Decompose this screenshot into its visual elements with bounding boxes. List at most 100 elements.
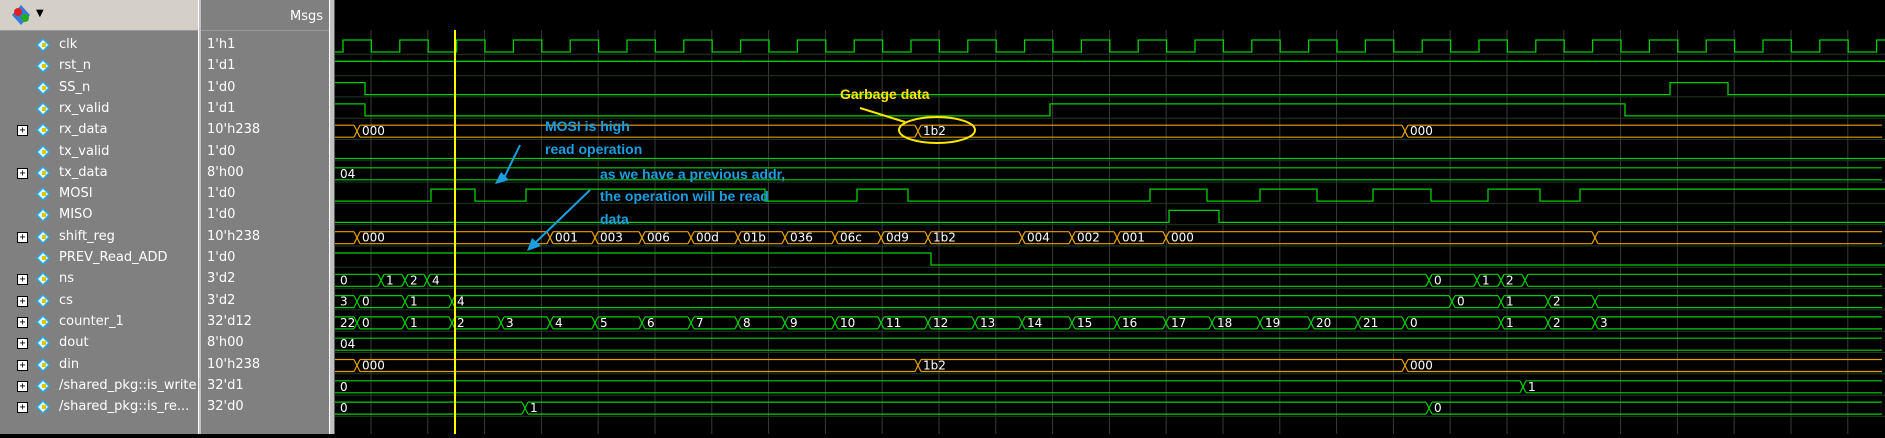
din-wave-transition — [914, 359, 922, 372]
signal-icon — [36, 229, 50, 244]
signal-row[interactable]: + /shared_pkg::is_write — [0, 376, 200, 397]
expand-icon[interactable]: + — [17, 231, 28, 243]
counter_1-wave-value-label: 15 — [1077, 316, 1092, 330]
signal-value-row: 3'd2 — [201, 291, 329, 312]
signal-values-pane: Msgs 1'h1 1'd1 1'd0 1'd1 10'h238 1'd0 8'h00 1'd… — [201, 0, 329, 434]
shift_reg-wave-value-label: 001 — [555, 231, 578, 245]
signal-name: rst_n — [59, 58, 91, 74]
ns-wave-segment — [1528, 273, 1882, 287]
dout-wave-segment — [335, 337, 1882, 351]
signal-row[interactable]: + dout — [0, 333, 200, 354]
shift_reg-wave-value-label: 001 — [1122, 231, 1145, 245]
shift_reg-wave-transition — [591, 231, 599, 244]
signal-value-row: 32'd0 — [201, 397, 329, 418]
signal-name: SS_n — [59, 79, 91, 95]
cs-wave-transition — [1591, 295, 1599, 308]
signal-value: 10'h238 — [207, 228, 261, 244]
signal-value: 8'h00 — [207, 164, 244, 180]
signal-name: clk — [59, 37, 78, 52]
signal-row[interactable]: + din — [0, 355, 200, 376]
signal-value-row: 8'h00 — [201, 333, 329, 354]
signal-value: 3'd2 — [207, 292, 236, 308]
signal-icon — [36, 101, 50, 116]
rx_data-wave-segment — [360, 124, 915, 138]
is_write-wave-segment — [335, 380, 1520, 394]
signal-value-row: 32'd1 — [201, 376, 329, 397]
shift_reg-wave-value-label: 00d — [696, 231, 719, 245]
signal-row[interactable]: + /shared_pkg::is_re... — [0, 397, 200, 418]
signal-icon — [36, 293, 50, 308]
shift_reg-wave-transition — [734, 231, 742, 244]
signal-row[interactable]: + counter_1 — [0, 312, 200, 333]
signal-row[interactable]: rx_valid — [0, 99, 200, 120]
signal-icon — [36, 59, 50, 74]
signal-name: /shared_pkg::is_write — [59, 377, 197, 393]
waveform-pane[interactable]: 000 1b2 000 04 000 001 003 006 00d 01b 036 06c 0d9 1b… — [335, 0, 1885, 438]
signal-row[interactable]: + shift_reg — [0, 227, 200, 248]
signal-row[interactable]: PREV_Read_ADD — [0, 248, 200, 269]
signal-icon — [36, 38, 50, 52]
ns-wave-value-label: 2 — [410, 273, 418, 287]
expand-icon[interactable]: + — [17, 338, 28, 350]
signal-value: 32'd1 — [207, 377, 244, 393]
shift_reg-wave-value-label: 000 — [1171, 231, 1194, 245]
signal-row[interactable]: SS_n — [0, 78, 200, 99]
expand-icon[interactable]: + — [17, 359, 28, 371]
shift_reg-wave-transition — [781, 231, 789, 244]
shift_reg-wave-value-label: 036 — [790, 231, 813, 245]
expand-icon[interactable]: + — [17, 402, 28, 414]
signal-row[interactable]: + rx_data — [0, 120, 200, 141]
signal-row[interactable]: clk — [0, 35, 200, 56]
din-wave-segment — [1408, 358, 1882, 373]
signal-value: 1'd0 — [207, 207, 236, 223]
signal-row[interactable]: MISO — [0, 205, 200, 226]
ns-wave-transition — [1497, 274, 1505, 287]
PREV_Read_ADD-wave — [335, 252, 1885, 266]
ns-wave-transition — [1473, 274, 1481, 287]
signal-row[interactable]: MOSI — [0, 184, 200, 205]
signal-value-row: 1'd0 — [201, 142, 329, 163]
expand-icon[interactable]: + — [17, 274, 28, 286]
shift_reg-wave-value-label: 0d9 — [886, 231, 909, 245]
is_read-wave-segment — [1432, 401, 1882, 415]
ns-wave-value-label: 2 — [1506, 273, 1514, 287]
waveform-canvas[interactable]: 000 1b2 00004000 001 003 006 00d 01b 036 06c 0d9 1b… — [335, 0, 1885, 438]
signal-row[interactable]: tx_valid — [0, 142, 200, 163]
cs-wave-segment — [455, 295, 1449, 309]
expand-icon[interactable]: + — [17, 295, 28, 307]
ns-wave-value-label: 1 — [386, 273, 394, 287]
counter_1-wave-transition — [1497, 316, 1505, 330]
shift_reg-wave-transition — [687, 231, 695, 244]
counter_1-wave-transition — [1018, 316, 1026, 330]
signal-value-row: 1'h1 — [201, 35, 329, 56]
expand-icon[interactable]: + — [17, 380, 28, 392]
expand-icon[interactable]: + — [17, 125, 28, 137]
chevron-down-icon[interactable]: ▼ — [36, 8, 44, 19]
is_read-wave-transition — [521, 401, 529, 415]
signal-row[interactable]: rst_n — [0, 56, 200, 77]
signal-name: MISO — [59, 207, 93, 223]
counter_1-wave-transition — [1208, 316, 1216, 330]
cs-wave-transition — [1497, 295, 1505, 308]
signal-icon — [36, 208, 50, 223]
ns-wave-value-label: 1 — [1482, 273, 1490, 287]
expand-icon[interactable]: + — [17, 316, 28, 328]
counter_1-wave-transition — [1354, 316, 1362, 330]
signal-value: 8'h00 — [207, 335, 244, 351]
counter_1-wave-transition — [638, 316, 646, 330]
signal-row[interactable]: + cs — [0, 291, 200, 312]
din-wave-transition — [353, 359, 361, 372]
din-wave-segment — [921, 358, 1402, 373]
counter_1-wave-value-label: 6 — [647, 316, 655, 330]
signal-row[interactable]: + ns — [0, 269, 200, 290]
signal-row[interactable]: + tx_data — [0, 163, 200, 184]
counter_1-wave-value-label: 0 — [1410, 316, 1418, 330]
counter_1-wave-transition — [1068, 316, 1076, 330]
signal-value: 3'd2 — [207, 271, 236, 287]
expand-icon[interactable]: + — [17, 167, 28, 179]
rx_data-wave-value-label: 000 — [1410, 124, 1433, 138]
signal-value: 1'd0 — [207, 250, 236, 265]
wave-toolbar-icon[interactable] — [10, 4, 32, 26]
shift_reg-wave-transition — [1018, 231, 1026, 244]
signal-value-row: 8'h00 — [201, 163, 329, 184]
